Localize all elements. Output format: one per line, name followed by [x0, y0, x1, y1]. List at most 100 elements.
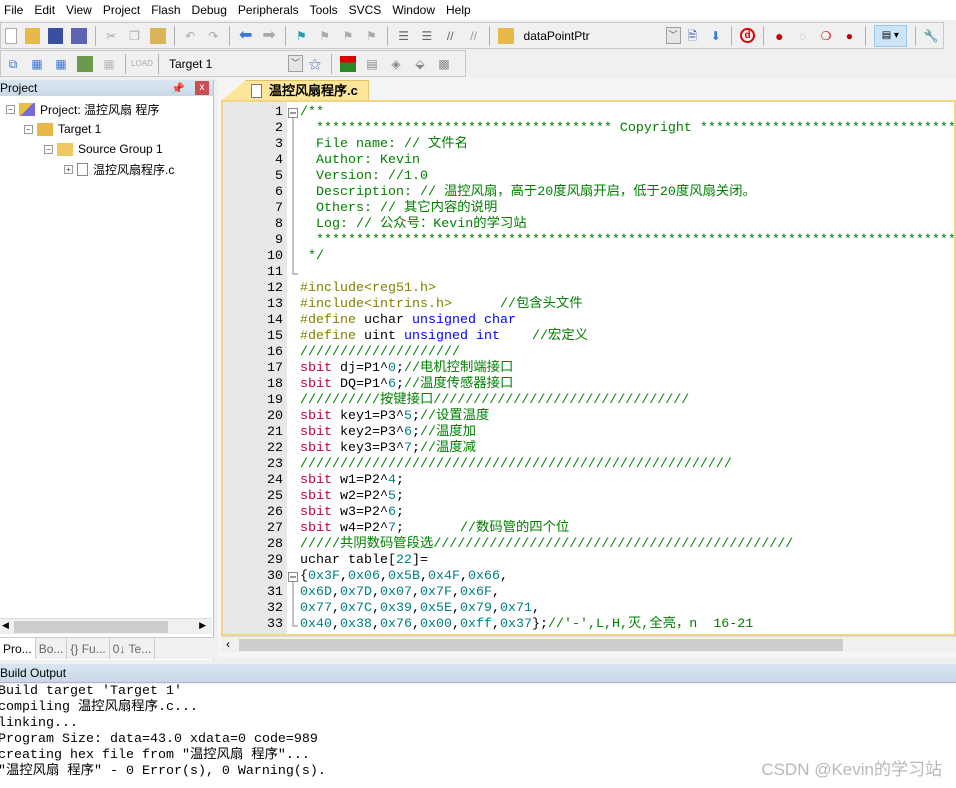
- project-panel-title: Project: [0, 81, 38, 95]
- disable-breakpoint-icon[interactable]: ○: [795, 28, 810, 44]
- tree-node[interactable]: − Project: 温控风扇 程序: [6, 99, 159, 119]
- next-bookmark-icon[interactable]: ⚑: [340, 28, 355, 44]
- clear-bookmarks-icon[interactable]: ⚑: [364, 28, 379, 44]
- tab-panel-1[interactable]: Bo...: [36, 638, 68, 659]
- tab-panel-0[interactable]: Pro...: [0, 638, 36, 659]
- software-packs-icon[interactable]: ▩: [436, 56, 452, 72]
- build-icon[interactable]: ▦: [29, 56, 45, 72]
- uncomment-icon[interactable]: //: [466, 28, 481, 44]
- fold-guide: [287, 265, 299, 281]
- scrollbar-thumb[interactable]: [14, 621, 168, 633]
- collapse-icon[interactable]: −: [44, 144, 53, 154]
- code-text: //////////按键接口//////////////////////////…: [300, 393, 690, 408]
- menu-view[interactable]: View: [62, 3, 99, 17]
- code-line: 15 #define uint unsigned int //宏定义: [223, 329, 954, 345]
- save-icon[interactable]: [47, 27, 64, 44]
- menu-debug[interactable]: Debug: [188, 3, 234, 17]
- menu-peripherals[interactable]: Peripherals: [234, 3, 306, 17]
- menu-edit[interactable]: Edit: [30, 3, 62, 17]
- find-in-files-icon[interactable]: [498, 27, 514, 44]
- tab-panel-2[interactable]: {} Fu...: [67, 638, 110, 659]
- expand-icon[interactable]: +: [64, 164, 73, 174]
- window-layout-icon[interactable]: ▤ ▾: [874, 24, 907, 47]
- code-line: 18 sbit DQ=P1^6;//温度传感器接口: [223, 377, 954, 393]
- line-number: 13: [267, 297, 283, 312]
- collapse-icon[interactable]: −: [24, 124, 33, 134]
- stop-build-icon[interactable]: ▦: [101, 56, 117, 72]
- menu-window[interactable]: Window: [388, 3, 442, 17]
- menu-svcs[interactable]: SVCS: [345, 3, 389, 17]
- code-text: /**: [300, 105, 324, 120]
- fold-guide: [287, 537, 299, 553]
- unindent-icon[interactable]: ☰: [419, 28, 434, 44]
- scroll-left-icon[interactable]: ‹: [226, 637, 230, 651]
- target-combo[interactable]: Target 1 ﹀: [163, 54, 303, 74]
- tab-panel-3[interactable]: 0↓ Te...: [110, 638, 156, 659]
- fold-guide: [287, 505, 299, 521]
- find-icon[interactable]: 🗎: [685, 28, 700, 44]
- pin-icon[interactable]: 📌: [171, 82, 185, 95]
- line-number: 22: [267, 441, 283, 456]
- tree-node[interactable]: + 温控风扇程序.c: [64, 159, 174, 179]
- fold-guide: [287, 313, 299, 329]
- tree-node[interactable]: − Target 1: [24, 119, 101, 139]
- load-download-icon[interactable]: LOAD: [131, 56, 153, 72]
- menu-project[interactable]: Project: [99, 3, 147, 17]
- save-all-icon[interactable]: [71, 27, 87, 44]
- chevron-down-icon[interactable]: ﹀: [288, 55, 303, 72]
- redo-icon[interactable]: ↷: [206, 28, 221, 44]
- translate-icon[interactable]: ⧉: [5, 56, 21, 72]
- scrollbar-thumb[interactable]: [239, 639, 843, 651]
- back-arrow-icon[interactable]: ⬅: [238, 27, 253, 44]
- target-options-wand-icon[interactable]: ⚝: [307, 56, 323, 72]
- new-file-icon[interactable]: [5, 27, 17, 44]
- chevron-down-icon[interactable]: ﹀: [665, 27, 681, 44]
- cut-icon[interactable]: ✂: [104, 28, 119, 44]
- line-number: 12: [267, 281, 283, 296]
- manage-components-icon[interactable]: [340, 55, 356, 72]
- forward-arrow-icon[interactable]: ➡: [261, 27, 276, 44]
- find-combo[interactable]: dataPointPtr ﹀: [518, 26, 681, 46]
- comment-icon[interactable]: //: [443, 28, 458, 44]
- batch-build-icon[interactable]: [77, 55, 93, 72]
- debug-session-icon[interactable]: d: [740, 28, 755, 43]
- prev-bookmark-icon[interactable]: ⚑: [317, 28, 332, 44]
- line-number: 32: [267, 601, 283, 616]
- paste-icon[interactable]: [150, 27, 166, 44]
- menu-help[interactable]: Help: [442, 3, 478, 17]
- tab-source-file[interactable]: 温控风扇程序.c: [222, 80, 369, 100]
- menu-tools[interactable]: Tools: [306, 3, 345, 17]
- project-panel-header: Project 📌 x: [0, 80, 213, 96]
- bookmark-flag-icon[interactable]: ⚑: [294, 28, 309, 44]
- menu-flash[interactable]: Flash: [147, 3, 187, 17]
- close-icon[interactable]: x: [195, 81, 209, 95]
- fold-guide: [287, 169, 299, 185]
- manage-project-items-icon[interactable]: ▤: [364, 56, 380, 72]
- undo-icon[interactable]: ↶: [182, 28, 197, 44]
- code-line: 24 sbit w1=P2^4;: [223, 473, 954, 489]
- pack-installer-icon[interactable]: ⬙: [412, 56, 428, 72]
- scroll-right-icon[interactable]: ▶: [199, 620, 206, 631]
- indent-icon[interactable]: ☰: [396, 28, 411, 44]
- wrench-icon[interactable]: 🔧: [924, 28, 939, 44]
- open-folder-icon[interactable]: [24, 27, 40, 44]
- collapse-icon[interactable]: −: [6, 104, 15, 114]
- code-text: sbit DQ=P1^6;//温度传感器接口: [300, 377, 514, 392]
- code-line: 25 sbit w2=P2^5;: [223, 489, 954, 505]
- breakpoint-icon[interactable]: ●: [772, 28, 787, 44]
- code-line: 32 0x77,0x7C,0x39,0x5E,0x79,0x71,: [223, 601, 954, 617]
- tree-node[interactable]: − Source Group 1: [44, 139, 163, 159]
- disable-all-breakpoints-icon[interactable]: ❍: [818, 28, 833, 44]
- incremental-find-icon[interactable]: ⬇: [708, 28, 723, 44]
- menu-file[interactable]: File: [0, 3, 30, 17]
- code-editor[interactable]: 1/** 2 **********************************…: [221, 100, 956, 636]
- select-packs-icon[interactable]: ◈: [388, 56, 404, 72]
- code-text: 0x77,0x7C,0x39,0x5E,0x79,0x71,: [300, 601, 540, 616]
- copy-icon[interactable]: ❐: [127, 28, 142, 44]
- project-horizontal-scrollbar[interactable]: ◀ ▶: [0, 618, 212, 634]
- scroll-left-icon[interactable]: ◀: [2, 620, 9, 631]
- editor-horizontal-scrollbar[interactable]: ‹: [221, 636, 956, 652]
- code-line: 13 #include<intrins.h> //包含头文件: [223, 297, 954, 313]
- rebuild-icon[interactable]: ▦: [53, 56, 69, 72]
- kill-all-breakpoints-icon[interactable]: ●: [842, 28, 857, 44]
